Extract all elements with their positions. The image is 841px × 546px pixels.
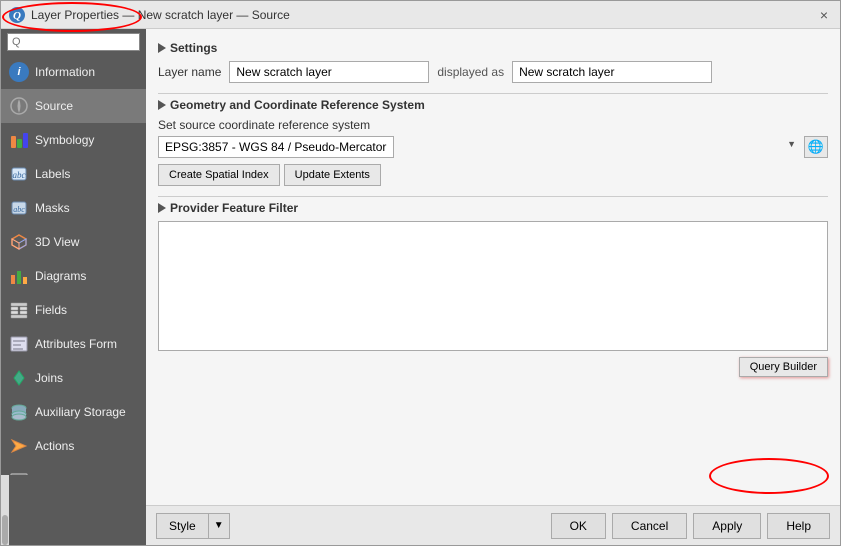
settings-section-header: Settings [158, 41, 828, 55]
main-content: Settings Layer name displayed as Geometr… [146, 29, 840, 545]
bottom-right-buttons: OK Cancel Apply Help [551, 513, 830, 539]
auxiliarystorage-icon [9, 402, 29, 422]
sidebar-label-joins: Joins [35, 371, 63, 385]
ok-button[interactable]: OK [551, 513, 606, 539]
settings-section-label: Settings [170, 41, 217, 55]
labels-icon: abc [9, 164, 29, 184]
dialog-title: Layer Properties — New scratch layer — S… [31, 8, 290, 22]
sidebar-scrollbar[interactable] [1, 475, 9, 545]
separator-1 [158, 93, 828, 94]
information-icon: i [9, 62, 29, 82]
settings-row: Layer name displayed as [158, 61, 828, 83]
sidebar-item-symbology[interactable]: Symbology [1, 123, 146, 157]
crs-dropdown[interactable]: EPSG:3857 - WGS 84 / Pseudo-Mercator [158, 136, 394, 158]
style-btn-group: Style ▼ [156, 513, 230, 539]
search-input[interactable] [7, 33, 140, 51]
sidebar-label-fields: Fields [35, 303, 67, 317]
apply-button[interactable]: Apply [693, 513, 761, 539]
sidebar-item-actions[interactable]: Actions [1, 429, 146, 463]
layer-name-input[interactable] [229, 61, 429, 83]
geometry-triangle [158, 100, 166, 110]
sidebar-item-masks[interactable]: abc Masks [1, 191, 146, 225]
svg-text:abc: abc [13, 170, 26, 180]
sidebar-item-diagrams[interactable]: Diagrams [1, 259, 146, 293]
provider-section-header: Provider Feature Filter [158, 201, 828, 215]
sidebar-item-display[interactable]: Display [1, 463, 146, 475]
display-icon [9, 470, 29, 475]
style-button[interactable]: Style [156, 513, 209, 539]
sidebar-label-display: Display [35, 473, 74, 475]
geometry-section-label: Geometry and Coordinate Reference System [170, 98, 425, 112]
source-icon [9, 96, 29, 116]
crs-dropdown-wrapper: EPSG:3857 - WGS 84 / Pseudo-Mercator [158, 136, 800, 158]
sidebar-label-diagrams: Diagrams [35, 269, 86, 283]
diagrams-icon [9, 266, 29, 286]
attributesform-icon [9, 334, 29, 354]
sidebar-label-information: Information [35, 65, 95, 79]
joins-icon [9, 368, 29, 388]
sidebar-item-information[interactable]: i Information [1, 55, 146, 89]
layer-name-label: Layer name [158, 65, 221, 79]
provider-filter-box[interactable] [158, 221, 828, 351]
sidebar-label-labels: Labels [35, 167, 70, 181]
crs-buttons-row: Create Spatial Index Update Extents [158, 164, 828, 186]
masks-icon: abc [9, 198, 29, 218]
sidebar-items: i Information Source [1, 55, 146, 475]
symbology-icon [9, 130, 29, 150]
svg-text:abc: abc [13, 205, 25, 214]
geometry-section-header: Geometry and Coordinate Reference System [158, 98, 828, 112]
sidebar-label-attributesform: Attributes Form [35, 337, 117, 351]
sidebar-scroll-thumb [2, 515, 8, 545]
provider-section-label: Provider Feature Filter [170, 201, 298, 215]
query-builder-row: Query Builder [158, 357, 828, 377]
crs-section: Set source coordinate reference system E… [158, 118, 828, 186]
title-bar: Q Layer Properties — New scratch layer —… [1, 1, 840, 29]
displayed-as-label: displayed as [437, 65, 504, 79]
sidebar-label-masks: Masks [35, 201, 70, 215]
displayed-as-input[interactable] [512, 61, 712, 83]
sidebar-label-source: Source [35, 99, 73, 113]
separator-2 [158, 196, 828, 197]
fields-icon [9, 300, 29, 320]
help-button[interactable]: Help [767, 513, 830, 539]
sidebar-label-3dview: 3D View [35, 235, 79, 249]
sidebar-label-symbology: Symbology [35, 133, 94, 147]
sidebar-label-actions: Actions [35, 439, 74, 453]
crs-row: EPSG:3857 - WGS 84 / Pseudo-Mercator 🌐 [158, 136, 828, 158]
sidebar-label-auxiliarystorage: Auxiliary Storage [35, 405, 126, 419]
create-spatial-index-button[interactable]: Create Spatial Index [158, 164, 280, 186]
sidebar-item-attributesform[interactable]: Attributes Form [1, 327, 146, 361]
sidebar-item-labels[interactable]: abc Labels [1, 157, 146, 191]
globe-button[interactable]: 🌐 [804, 136, 828, 158]
query-builder-button[interactable]: Query Builder [739, 357, 828, 377]
search-box[interactable] [1, 29, 146, 55]
sidebar-item-fields[interactable]: Fields [1, 293, 146, 327]
settings-triangle [158, 43, 166, 53]
content-area: Settings Layer name displayed as Geometr… [146, 29, 840, 505]
svg-text:Q: Q [13, 10, 21, 22]
3dview-icon [9, 232, 29, 252]
actions-icon [9, 436, 29, 456]
sidebar: i Information Source [1, 29, 146, 545]
crs-label: Set source coordinate reference system [158, 118, 828, 132]
sidebar-item-source[interactable]: Source [1, 89, 146, 123]
cancel-button[interactable]: Cancel [612, 513, 687, 539]
close-button[interactable]: × [816, 7, 832, 23]
style-dropdown-button[interactable]: ▼ [209, 513, 230, 539]
sidebar-item-auxiliarystorage[interactable]: Auxiliary Storage [1, 395, 146, 429]
app-icon: Q [9, 7, 25, 23]
sidebar-item-joins[interactable]: Joins [1, 361, 146, 395]
provider-triangle [158, 203, 166, 213]
sidebar-item-3dview[interactable]: 3D View [1, 225, 146, 259]
bottom-bar: Style ▼ OK Cancel Apply Help [146, 505, 840, 545]
update-extents-button[interactable]: Update Extents [284, 164, 381, 186]
